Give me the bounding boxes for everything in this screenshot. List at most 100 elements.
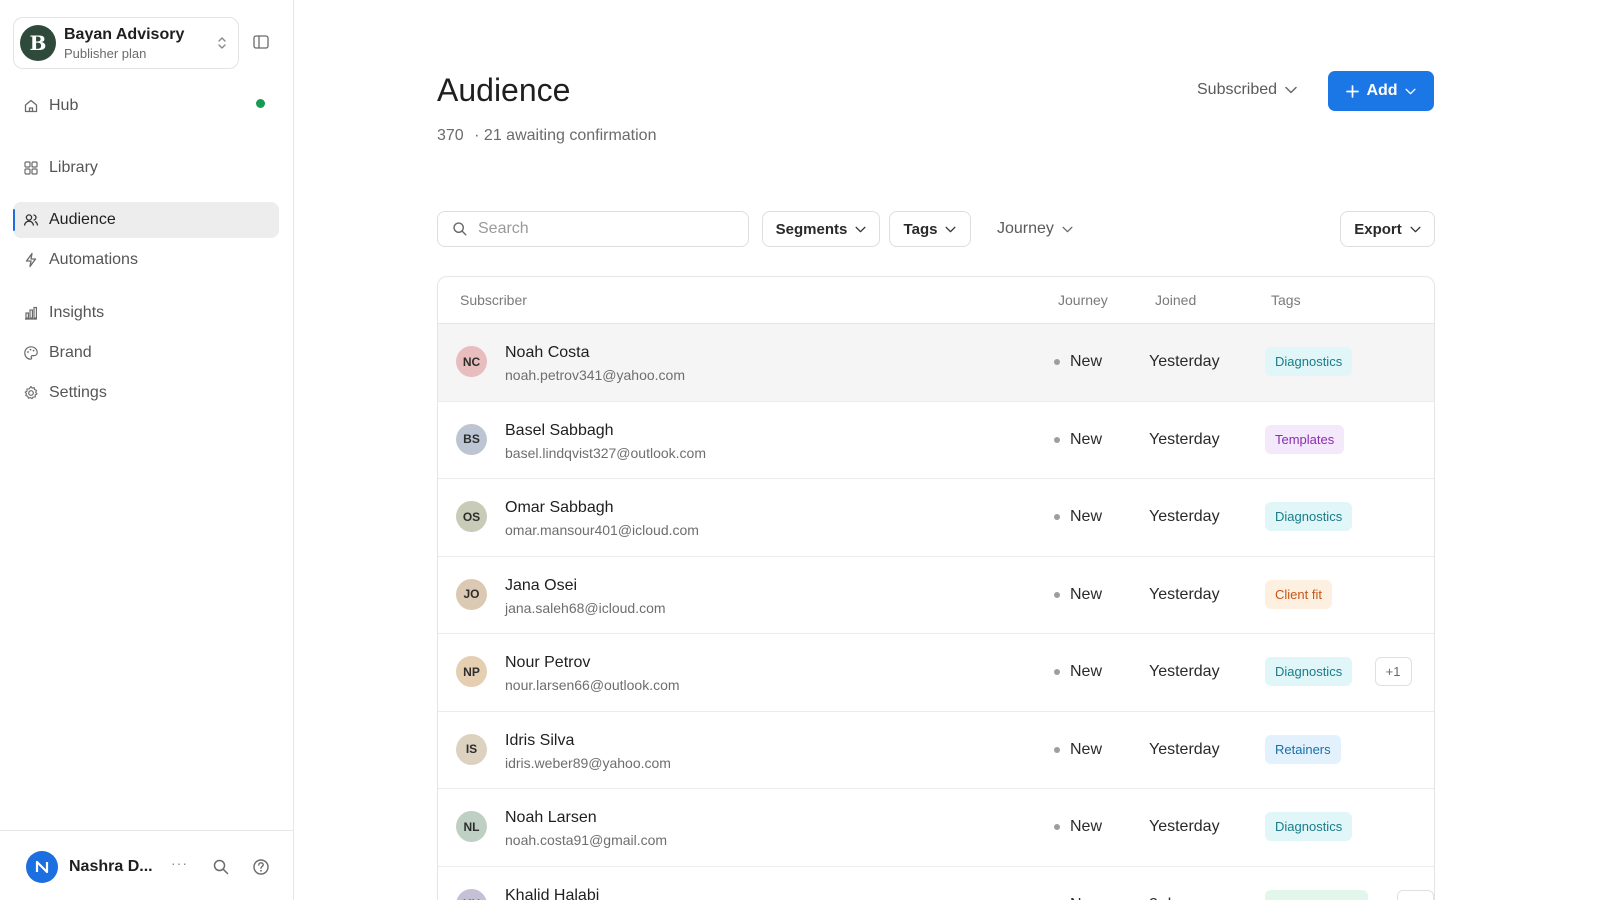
nav-item-library[interactable]: Library — [13, 150, 279, 186]
table-row[interactable]: NL Noah Larsen noah.costa91@gmail.com New Ye… — [438, 789, 1434, 867]
chevron-down-icon — [1404, 88, 1416, 94]
subscriber-avatar: BS — [456, 423, 487, 455]
tag-badge[interactable]: Diagnostics — [1265, 347, 1353, 376]
subscriber-name[interactable]: Idris Silva — [505, 732, 574, 750]
workspace-switcher[interactable]: B Bayan Advisory Publisher plan — [13, 17, 239, 69]
subscriber-name[interactable]: Omar Sabbagh — [505, 499, 614, 517]
column-tags[interactable]: Tags — [1271, 292, 1301, 308]
search-icon — [453, 222, 467, 236]
user-menu-button[interactable]: ··· — [171, 855, 188, 871]
tag-badge[interactable]: Retainers — [1265, 734, 1341, 764]
subscriber-email: noah.costa91@gmail.com — [505, 832, 668, 848]
journey-filter-label: Journey — [997, 220, 1054, 237]
users-icon — [23, 214, 39, 226]
tag-badge[interactable]: Diagnostics — [1265, 657, 1353, 686]
table-header: Subscriber Journey Joined Tags — [438, 277, 1434, 324]
subscriber-name[interactable]: Noah Larsen — [505, 809, 597, 827]
journey-status: New — [1054, 353, 1102, 371]
journey-status: New — [1054, 741, 1102, 759]
nav-item-settings[interactable]: Settings — [13, 375, 279, 411]
more-tags-badge[interactable]: +1 — [1374, 657, 1412, 686]
joined-date: Yesterday — [1149, 430, 1220, 448]
user-avatar[interactable] — [26, 851, 58, 883]
nav-label-insights: Insights — [49, 304, 105, 321]
nav-item-automations[interactable]: Automations — [13, 242, 279, 278]
user-name: Nashra D... — [69, 858, 153, 875]
joined-date: 2 days ago — [1149, 896, 1227, 900]
add-button-label: Add — [1366, 82, 1398, 99]
journey-status: New — [1054, 896, 1102, 900]
segments-filter[interactable]: Segments — [762, 211, 880, 247]
journey-label: New — [1070, 585, 1103, 603]
more-tags-badge[interactable]: +1 — [1397, 889, 1434, 900]
sidebar-toggle-icon[interactable] — [253, 35, 269, 49]
table-row[interactable]: IS Idris Silva idris.weber89@yahoo.com New Y… — [438, 712, 1434, 789]
page-title: Audience — [437, 72, 571, 108]
subscriber-avatar: IS — [456, 733, 487, 765]
export-button[interactable]: Export — [1340, 211, 1435, 247]
subscriber-email: noah.petrov341@yahoo.com — [505, 367, 685, 383]
subscriber-name[interactable]: Khalid Halabi — [505, 887, 599, 900]
search-field[interactable] — [437, 211, 749, 247]
journey-label: New — [1070, 663, 1103, 680]
tags-filter[interactable]: Tags — [889, 211, 971, 247]
palette-icon — [24, 346, 38, 360]
subscriber-email: omar.mansour401@icloud.com — [505, 522, 699, 538]
workspace-logo: B — [20, 25, 56, 61]
column-subscriber[interactable]: Subscriber — [460, 292, 527, 308]
tag-badge[interactable]: Client fit — [1265, 579, 1332, 609]
audience-summary: 370 · 21 awaiting confirmation — [437, 127, 656, 145]
journey-dot — [1054, 514, 1060, 520]
user-logo-icon — [35, 860, 49, 874]
subscriber-avatar: JO — [456, 578, 487, 610]
bar-chart-icon — [25, 306, 38, 320]
tag-badge[interactable]: Diagnostics — [1265, 812, 1353, 841]
online-status-dot — [256, 99, 265, 108]
tag-badge[interactable]: Fee structures — [1265, 889, 1369, 900]
tag-badge[interactable]: Diagnostics — [1265, 502, 1353, 531]
tag-badge[interactable]: Templates — [1265, 424, 1345, 454]
table-row[interactable]: BS Basel Sabbagh basel.lindqvist327@outloo… — [438, 402, 1434, 479]
nav-label-audience: Audience — [49, 211, 116, 228]
column-joined[interactable]: Joined — [1155, 292, 1196, 308]
subscribers-table: Subscriber Journey Joined Tags NC Noah Co… — [437, 276, 1435, 900]
table-row[interactable]: NP Nour Petrov nour.larsen66@outlook.com Ne… — [438, 634, 1434, 712]
grid-icon — [24, 161, 38, 175]
journey-status: New — [1054, 431, 1102, 449]
chevron-down-icon — [1062, 226, 1073, 232]
home-icon — [24, 99, 38, 113]
nav-item-brand[interactable]: Brand — [13, 335, 279, 371]
chevron-down-icon — [945, 226, 956, 232]
subscriber-name[interactable]: Basel Sabbagh — [505, 422, 614, 440]
journey-label: New — [1070, 740, 1103, 758]
table-row[interactable]: OS Omar Sabbagh omar.mansour401@icloud.com… — [438, 479, 1434, 557]
nav-item-insights[interactable]: Insights — [13, 295, 279, 331]
journey-filter[interactable]: Journey — [997, 211, 1073, 247]
search-input[interactable] — [478, 220, 718, 238]
subscriber-avatar: KH — [456, 888, 487, 900]
search-icon[interactable] — [212, 858, 230, 876]
subscriber-email: idris.weber89@yahoo.com — [505, 754, 671, 771]
joined-date: Yesterday — [1149, 508, 1220, 525]
subscriber-name[interactable]: Nour Petrov — [505, 654, 590, 672]
nav-item-audience[interactable]: Audience — [13, 202, 279, 238]
journey-label: New — [1070, 818, 1103, 835]
export-label: Export — [1354, 220, 1402, 238]
chevron-up-down-icon — [218, 37, 226, 49]
help-icon[interactable] — [252, 858, 270, 876]
table-row[interactable]: JO Jana Osei jana.saleh68@icloud.com New Yes… — [438, 557, 1434, 634]
gear-icon — [24, 385, 38, 400]
subscriber-name[interactable]: Noah Costa — [505, 344, 590, 362]
table-row[interactable]: NC Noah Costa noah.petrov341@yahoo.com New Y… — [438, 324, 1434, 402]
column-journey[interactable]: Journey — [1058, 292, 1108, 308]
table-row[interactable]: KH Khalid Halabi New 2 days ago Fee structur… — [438, 867, 1434, 900]
subscriber-name[interactable]: Jana Osei — [505, 577, 577, 595]
nav-item-hub[interactable]: Hub — [13, 88, 279, 124]
status-filter-dropdown[interactable]: Subscribed — [1197, 81, 1297, 99]
workspace-plan: Publisher plan — [64, 45, 147, 61]
nav-label-automations: Automations — [49, 251, 138, 268]
add-button[interactable]: Add — [1328, 71, 1434, 111]
audience-count: 370 — [437, 127, 464, 144]
plus-icon — [1346, 84, 1360, 98]
journey-dot — [1054, 359, 1060, 365]
